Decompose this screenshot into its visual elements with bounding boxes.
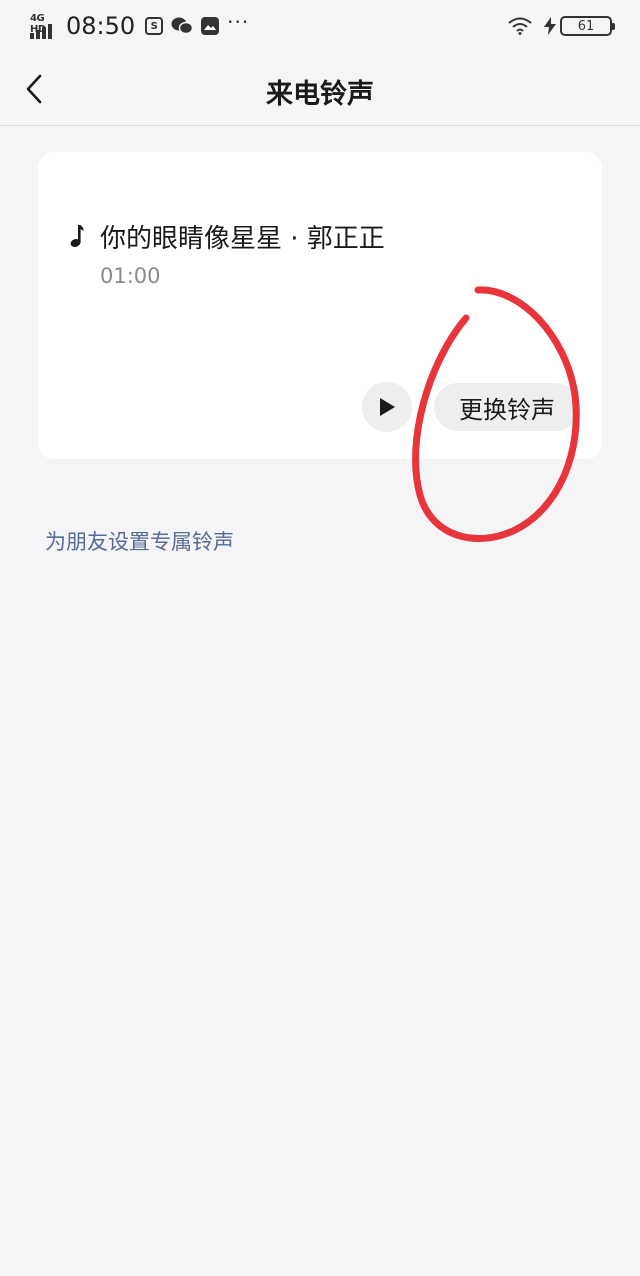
play-button[interactable]: [362, 382, 412, 432]
status-right: 61: [508, 16, 615, 36]
signal-icon: 4G HD: [30, 13, 60, 39]
nav-bar: 来电铃声: [0, 52, 640, 126]
status-left: 4G HD 08:50 S ···: [30, 12, 249, 40]
charging-icon: [544, 17, 556, 35]
ringtone-duration: 01:00: [100, 264, 161, 288]
status-bar: 4G HD 08:50 S ···: [0, 0, 640, 52]
status-time: 08:50: [66, 12, 136, 40]
page-title: 来电铃声: [266, 79, 374, 110]
chat-icon: [171, 16, 194, 36]
set-friend-ringtone-link[interactable]: 为朋友设置专属铃声: [45, 526, 234, 556]
wifi-icon: [508, 17, 532, 35]
change-ringtone-button[interactable]: 更换铃声: [434, 383, 580, 431]
battery-level: 61: [577, 18, 595, 34]
s-app-icon: S: [145, 17, 164, 35]
music-note-icon: [69, 224, 85, 252]
image-icon: [201, 17, 220, 35]
play-icon: [380, 398, 395, 416]
ringtone-name: 你的眼睛像星星 · 郭正正: [100, 224, 385, 254]
battery-icon: 61: [560, 16, 615, 36]
more-notifications-icon: ···: [227, 10, 250, 34]
ringtone-card: 你的眼睛像星星 · 郭正正 01:00 更换铃声: [38, 152, 602, 459]
